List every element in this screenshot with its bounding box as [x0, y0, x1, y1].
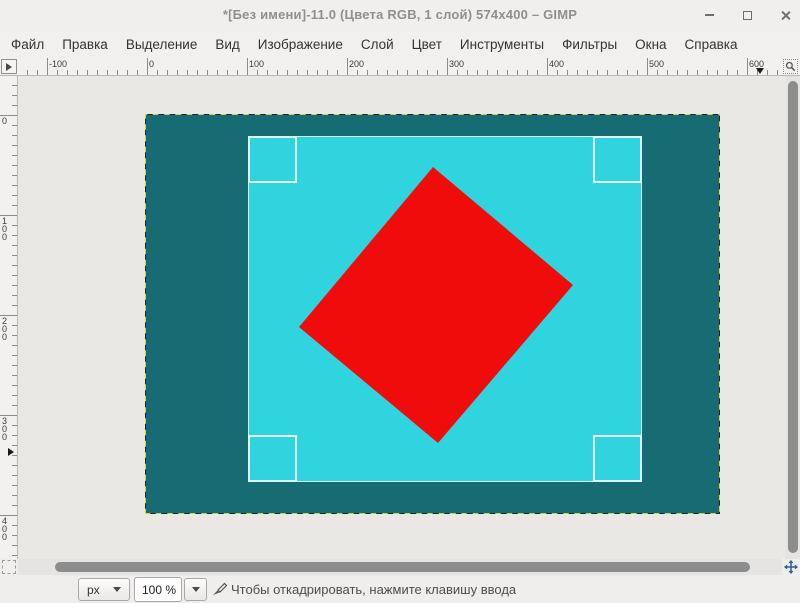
v-ruler-label: 300 — [2, 416, 8, 442]
close-icon — [780, 10, 791, 21]
crop-handle-bottom-left[interactable] — [248, 435, 297, 482]
h-ruler-label: 300 — [449, 59, 465, 69]
quick-mask-toggle-button[interactable] — [2, 560, 16, 574]
crop-tool-icon — [211, 581, 229, 602]
minimize-icon — [704, 14, 714, 16]
vertical-scrollbar-thumb[interactable] — [788, 81, 798, 553]
ruler-row: -100 0 100 200 300 400 500 600 — [0, 58, 800, 76]
vertical-ruler[interactable]: 0 100 200 300 400 — [0, 76, 18, 559]
horizontal-scrollbar[interactable] — [18, 559, 782, 575]
v-ruler-label: 100 — [2, 216, 8, 242]
navigation-preview-button[interactable] — [783, 559, 799, 575]
image-canvas[interactable] — [146, 115, 719, 513]
menu-edit[interactable]: Правка — [53, 33, 117, 56]
horizontal-ruler[interactable]: -100 0 100 200 300 400 500 600 — [18, 58, 782, 75]
move-cross-icon — [784, 560, 798, 574]
titlebar: *[Без имени]-11.0 (Цвета RGB, 1 слой) 57… — [0, 0, 800, 30]
menu-colors[interactable]: Цвет — [403, 33, 451, 56]
vertical-scrollbar[interactable] — [786, 76, 800, 559]
menu-windows[interactable]: Окна — [626, 33, 675, 56]
unit-value: px — [87, 582, 100, 597]
layer-boundary — [145, 114, 720, 514]
crop-handle-top-right[interactable] — [593, 136, 642, 183]
menu-file[interactable]: Файл — [2, 33, 53, 56]
pointer-position-marker-icon — [756, 68, 764, 74]
crop-handle-top-left[interactable] — [248, 136, 297, 183]
h-ruler-label: 500 — [649, 59, 665, 69]
pointer-position-marker-icon — [8, 448, 14, 456]
canvas-menu-button[interactable] — [1, 59, 17, 74]
canvas-viewport[interactable] — [18, 76, 786, 559]
zoom-dropdown-button[interactable] — [184, 578, 207, 601]
h-ruler-label: 400 — [549, 59, 565, 69]
menubar: Файл Правка Выделение Вид Изображение Сл… — [0, 30, 800, 58]
minimize-button[interactable] — [702, 8, 716, 22]
crop-handle-bottom-right[interactable] — [593, 435, 642, 482]
close-button[interactable] — [778, 8, 792, 22]
gimp-window: *[Без имени]-11.0 (Цвета RGB, 1 слой) 57… — [0, 0, 800, 603]
menu-select[interactable]: Выделение — [117, 33, 207, 56]
chevron-down-icon — [113, 587, 121, 592]
crop-selection-region[interactable] — [248, 136, 642, 482]
h-ruler-label: 200 — [349, 59, 365, 69]
statusbar: px 100 % Чтобы откадрировать, нажмите кл… — [0, 575, 800, 603]
menu-help[interactable]: Справка — [676, 33, 747, 56]
horizontal-scrollbar-thumb[interactable] — [55, 562, 750, 572]
hscroll-row — [0, 559, 800, 575]
h-ruler-label: -100 — [49, 59, 68, 69]
menu-layer[interactable]: Слой — [352, 33, 403, 56]
status-message: Чтобы откадрировать, нажмите клавишу вво… — [231, 582, 517, 597]
menu-view[interactable]: Вид — [206, 33, 248, 56]
unit-select[interactable]: px — [78, 578, 130, 601]
window-title: *[Без имени]-11.0 (Цвета RGB, 1 слой) 57… — [222, 7, 578, 22]
chevron-down-icon — [191, 587, 200, 592]
v-ruler-label: 200 — [2, 316, 8, 342]
triangle-right-icon — [6, 62, 12, 71]
zoom-follow-window-button[interactable] — [783, 59, 798, 74]
v-ruler-label: 400 — [2, 516, 8, 542]
maximize-icon — [742, 10, 752, 20]
menu-tools[interactable]: Инструменты — [451, 33, 553, 56]
maximize-button[interactable] — [740, 8, 754, 22]
menu-filters[interactable]: Фильтры — [553, 33, 626, 56]
v-ruler-label: 0 — [2, 116, 8, 126]
h-ruler-label: 100 — [249, 59, 265, 69]
menu-image[interactable]: Изображение — [249, 33, 352, 56]
h-ruler-label: 0 — [149, 59, 155, 69]
magnifier-icon — [785, 61, 796, 72]
zoom-level-input[interactable]: 100 % — [134, 577, 182, 602]
